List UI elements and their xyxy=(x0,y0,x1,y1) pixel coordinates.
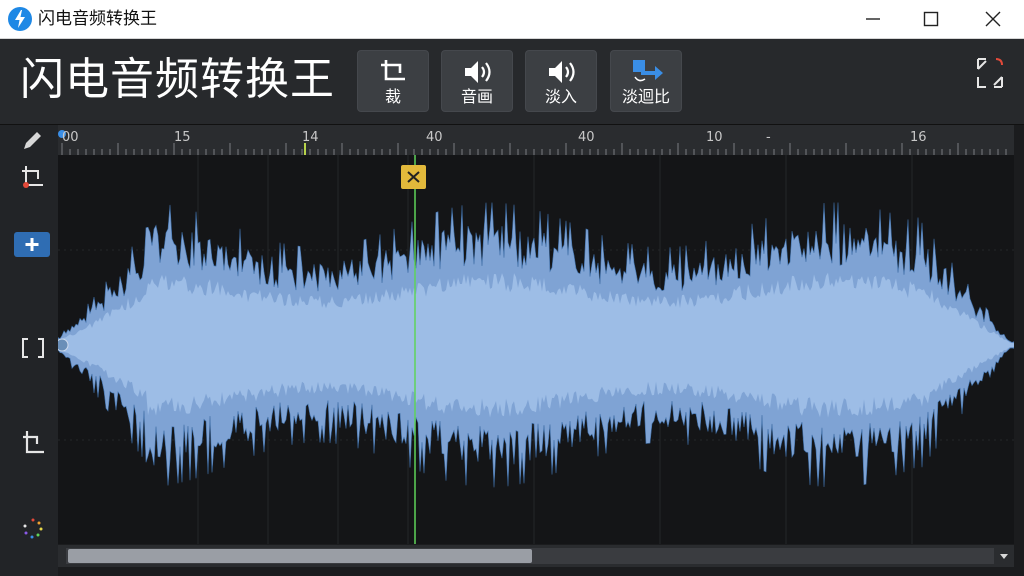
start-handle xyxy=(58,338,69,352)
close-button[interactable] xyxy=(964,0,1022,38)
crop-button[interactable]: 裁 xyxy=(357,50,429,112)
fade-out-button[interactable]: 淡迴比 xyxy=(610,50,682,112)
maximize-icon xyxy=(923,11,939,27)
lightning-icon xyxy=(8,7,32,31)
maximize-button[interactable] xyxy=(902,0,960,38)
marker-delete-button[interactable] xyxy=(401,165,426,189)
trim-handle-icon[interactable] xyxy=(18,163,46,191)
ruler-label: 40 xyxy=(578,130,595,145)
scrollbar-thumb[interactable] xyxy=(68,549,532,563)
ruler-label: 00 xyxy=(62,130,79,145)
ruler-ticks xyxy=(58,130,1007,155)
ruler-label: 40 xyxy=(426,130,443,145)
minimize-button[interactable] xyxy=(844,0,902,38)
pencil-icon[interactable] xyxy=(20,129,44,153)
close-icon xyxy=(985,11,1001,27)
select-bracket-icon[interactable] xyxy=(20,336,46,360)
minimize-icon xyxy=(866,18,880,20)
crop-icon xyxy=(381,60,405,81)
speaker-icon xyxy=(549,61,575,83)
title-bar: 闪电音频转换王 xyxy=(0,0,1024,39)
tool-strip xyxy=(0,125,58,576)
add-button[interactable] xyxy=(14,232,50,257)
ruler-label: - xyxy=(766,130,771,145)
fade-in-button-label: 淡入 xyxy=(544,87,577,106)
waveform xyxy=(58,155,1014,544)
app-name-heading: 闪电音频转换王 xyxy=(20,54,335,105)
crop-button-label: 裁 xyxy=(384,87,401,106)
fade-arrow-icon xyxy=(633,60,663,82)
window-title: 闪电音频转换王 xyxy=(38,9,157,29)
waveform-body xyxy=(58,272,1014,418)
loading-dots-icon xyxy=(23,518,43,539)
speaker-icon xyxy=(465,61,491,83)
audio-editor-window: 闪电音频转换王 闪电音频转换王 裁 音画 淡入 淡迴比 00 15 14 40 … xyxy=(0,0,1024,576)
chevron-down-icon[interactable] xyxy=(996,549,1012,563)
volume-button[interactable]: 音画 xyxy=(441,50,513,112)
ruler-label: 15 xyxy=(174,130,191,145)
fade-in-button[interactable]: 淡入 xyxy=(525,50,597,112)
add-icon xyxy=(25,238,39,251)
close-icon xyxy=(407,171,420,183)
waveform-canvas[interactable] xyxy=(58,155,1014,544)
horizontal-scrollbar[interactable] xyxy=(58,545,1014,567)
volume-button-label: 音画 xyxy=(460,87,493,106)
ruler-label: 14 xyxy=(302,130,319,145)
ruler-label: 16 xyxy=(910,130,927,145)
timeline-ruler[interactable]: 00 15 14 40 40 10 - 16 xyxy=(58,125,1014,156)
fade-out-button-label: 淡迴比 xyxy=(621,87,670,106)
fit-view-icon[interactable] xyxy=(972,55,1008,91)
ruler-label: 10 xyxy=(706,130,723,145)
crop-icon[interactable] xyxy=(19,428,47,458)
main-toolbar: 闪电音频转换王 裁 音画 淡入 淡迴比 xyxy=(0,39,1024,125)
